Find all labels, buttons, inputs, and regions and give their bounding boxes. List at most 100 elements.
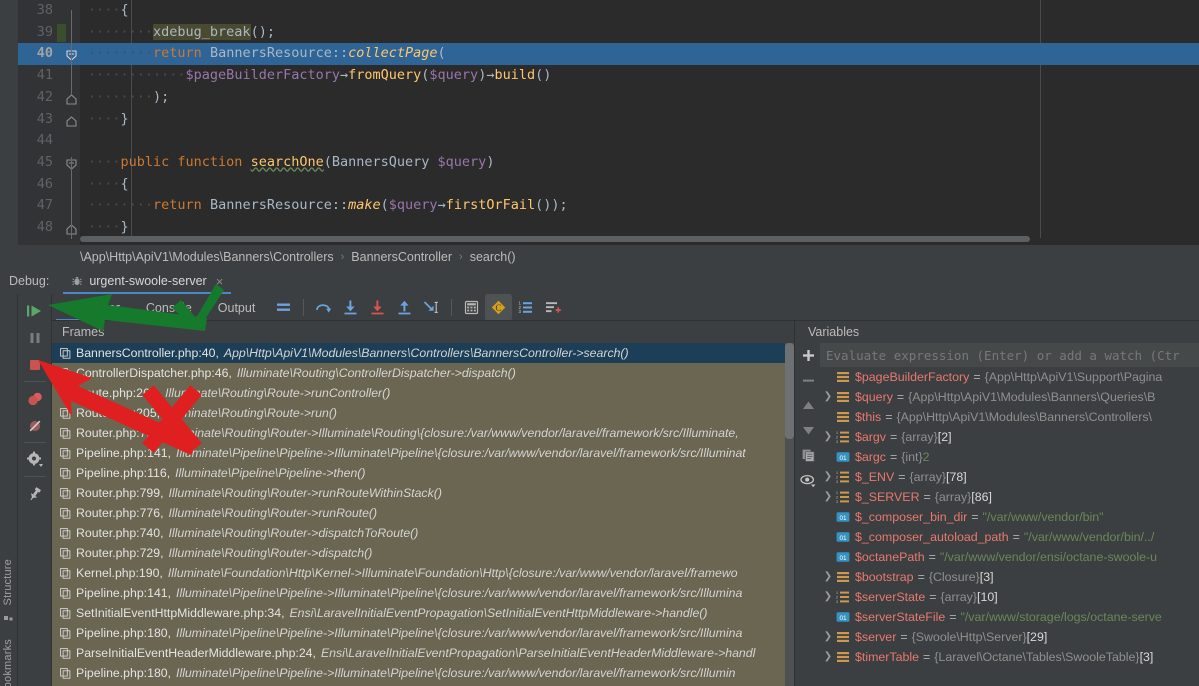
close-icon[interactable]: ×	[216, 274, 224, 289]
line-number: 48	[36, 219, 53, 235]
frame-row[interactable]: Router.php:799, Illuminate\Routing\Router…	[52, 483, 794, 503]
frame-row[interactable]: Kernel.php:190, Illuminate\Foundation\Htt…	[52, 563, 794, 583]
frame-row[interactable]: ControllerDispatcher.php:46, Illuminate\R…	[52, 363, 794, 383]
inspect-button[interactable]	[798, 470, 818, 490]
move-up-button[interactable]	[798, 395, 818, 415]
add-watch-button[interactable]	[798, 345, 818, 365]
code-line[interactable]: ····{	[80, 174, 1199, 196]
remove-watch-button[interactable]	[798, 370, 818, 390]
breadcrumb-namespace[interactable]: \App\Http\ApiV1\Modules\Banners\Controll…	[80, 250, 334, 264]
variable-row[interactable]: 01 $serverStateFile = "/var/www/storage/log…	[820, 607, 1199, 627]
line-number: 47	[36, 197, 53, 214]
code-line[interactable]: ············$pageBuilderFactory→fromQuer…	[80, 65, 1199, 87]
variable-row[interactable]: 01 $_composer_autoload_path = "/var/www/ven…	[820, 527, 1199, 547]
tab-debugger[interactable]: Debugger	[52, 294, 133, 321]
variable-row[interactable]: $pageBuilderFactory = {App\Http\ApiV1\Supp…	[820, 367, 1199, 387]
code-line[interactable]: ········xdebug_break();	[80, 22, 1199, 44]
view-breakpoints-button[interactable]	[21, 385, 49, 412]
frame-row[interactable]: Router.php:798, Illuminate\Routing\Router…	[52, 423, 794, 443]
frame-row[interactable]: Route.php:205, Illuminate\Routing\Route->…	[52, 403, 794, 423]
highlighted-toggle-button[interactable]: C	[485, 294, 513, 321]
variable-type: {array}	[934, 490, 972, 504]
evaluate-expression-button[interactable]	[458, 294, 485, 321]
variable-name: $timerTable	[855, 650, 920, 664]
code-editor[interactable]: 38 ····{39 ········xdebug_break(); 40 ······…	[0, 0, 1199, 245]
copy-value-button[interactable]	[798, 445, 818, 465]
expand-chevron-icon[interactable]: ❯	[820, 427, 836, 447]
svg-text:2: 2	[836, 496, 838, 500]
frames-scrollbar-thumb[interactable]	[785, 343, 794, 439]
breadcrumb-class[interactable]: BannersController	[351, 250, 452, 264]
variable-row[interactable]: ❯ $server = {Swoole\Http\Server} [29]	[820, 627, 1199, 647]
mute-breakpoints-button[interactable]	[21, 412, 49, 439]
fold-connector	[71, 10, 72, 95]
expand-chevron-icon[interactable]: ❯	[820, 487, 836, 507]
move-down-button[interactable]	[798, 420, 818, 440]
variable-row[interactable]: ❯ 1 2 3 $_ENV = {array} [78]	[820, 467, 1199, 487]
step-out-button[interactable]	[391, 294, 418, 321]
code-line[interactable]: ····}	[80, 109, 1199, 131]
expand-chevron-icon[interactable]: ❯	[820, 567, 836, 587]
frame-row[interactable]: Pipeline.php:116, Illuminate\Pipeline\Pip…	[52, 463, 794, 483]
evaluate-expression-input[interactable]: Evaluate expression (Enter) or add a wat…	[820, 343, 1199, 367]
variable-row[interactable]: $this = {App\Http\ApiV1\Modules\Banners\Co…	[820, 407, 1199, 427]
breadcrumb[interactable]: \App\Http\ApiV1\Modules\Banners\Controll…	[0, 245, 1199, 268]
show-execution-point-button[interactable]	[270, 294, 297, 321]
resume-program-button[interactable]	[21, 297, 49, 324]
pin-tab-button[interactable]	[21, 480, 49, 507]
frame-row[interactable]: Route.php:260, Illuminate\Routing\Route->…	[52, 383, 794, 403]
frame-row[interactable]: SetInitialEventHttpMiddleware.php:34, Ens…	[52, 603, 794, 623]
expand-chevron-icon[interactable]: ❯	[820, 387, 836, 407]
step-over-button[interactable]	[310, 294, 337, 321]
frame-row[interactable]: Pipeline.php:180, Illuminate\Pipeline\Pip…	[52, 623, 794, 643]
variables-list[interactable]: $pageBuilderFactory = {App\Http\ApiV1\Supp…	[820, 367, 1199, 686]
frame-row[interactable]: Router.php:729, Illuminate\Routing\Router…	[52, 543, 794, 563]
debug-session-tab[interactable]: urgent-swoole-server ×	[63, 268, 232, 294]
frame-row[interactable]: Router.php:776, Illuminate\Routing\Router…	[52, 503, 794, 523]
variable-row[interactable]: 01 $_composer_bin_dir = "/var/www/vendor/bi…	[820, 507, 1199, 527]
variable-row[interactable]: ❯ $query = {App\Http\ApiV1\Modules\Banners\…	[820, 387, 1199, 407]
tab-output[interactable]: Output	[205, 294, 269, 321]
code-line[interactable]: ····}	[80, 217, 1199, 239]
frames-scrollbar[interactable]	[785, 343, 794, 686]
frame-row[interactable]: Pipeline.php:180, Illuminate\Pipeline\Pip…	[52, 663, 794, 683]
code-line[interactable]: ········return BannersResource::make($qu…	[80, 195, 1199, 217]
frame-row[interactable]: Pipeline.php:141, Illuminate\Pipeline\Pip…	[52, 583, 794, 603]
code-fold-collapse-icon[interactable]	[66, 114, 77, 127]
expand-chevron-icon[interactable]: ❯	[820, 647, 836, 667]
code-line[interactable]: ········);	[80, 87, 1199, 109]
expand-chevron-icon[interactable]: ❯	[820, 467, 836, 487]
variable-row[interactable]: ❯ 1 2 3 $argv = {array} [2]	[820, 427, 1199, 447]
variable-row[interactable]: 01 $argc = {int} 2	[820, 447, 1199, 467]
variable-row[interactable]: ❯ $bootstrap = {Closure} [3]	[820, 567, 1199, 587]
frame-row[interactable]: Router.php:740, Illuminate\Routing\Router…	[52, 523, 794, 543]
frames-list[interactable]: BannersController.php:40, App\Http\ApiV1\…	[52, 343, 794, 686]
show-values-inline-button[interactable]: 123	[512, 294, 539, 321]
calculator-icon	[465, 300, 479, 315]
variable-row[interactable]: ❯ 1 2 3 $serverState = {array} [10]	[820, 587, 1199, 607]
variable-row[interactable]: 01 $octanePath = "/var/www/vendor/ensi/octa…	[820, 547, 1199, 567]
variable-row[interactable]: ❯ $timerTable = {Laravel\Octane\Tables\Swoo…	[820, 647, 1199, 667]
layout-settings-button[interactable]	[539, 294, 566, 321]
breadcrumb-method[interactable]: search()	[470, 250, 516, 264]
run-to-cursor-button[interactable]	[418, 294, 445, 321]
code-line[interactable]: ········return BannersResource::collectP…	[80, 43, 1199, 65]
tool-window-label-structure[interactable]: Structure	[2, 559, 14, 605]
frame-row[interactable]: ParseInitialEventHeaderMiddleware.php:24…	[52, 643, 794, 663]
frame-row[interactable]: BannersController.php:40, App\Http\ApiV1\…	[52, 343, 794, 363]
tab-console[interactable]: Console	[133, 294, 205, 321]
panel-divider[interactable]	[794, 321, 795, 686]
pause-program-button[interactable]	[21, 324, 49, 351]
code-line[interactable]	[80, 130, 1199, 152]
tool-window-label-bookmarks[interactable]: Bookmarks	[2, 639, 14, 686]
expand-chevron-icon[interactable]: ❯	[820, 587, 836, 607]
settings-button[interactable]	[21, 446, 49, 473]
force-step-into-button[interactable]	[364, 294, 391, 321]
variable-row[interactable]: ❯ 1 2 3 $_SERVER = {array} [86]	[820, 487, 1199, 507]
step-into-button[interactable]	[337, 294, 364, 321]
frame-row[interactable]: Pipeline.php:141, Illuminate\Pipeline\Pip…	[52, 443, 794, 463]
stop-program-button[interactable]	[21, 351, 49, 378]
code-line[interactable]: ····public function searchOne(BannersQue…	[80, 152, 1199, 174]
expand-chevron-icon[interactable]: ❯	[820, 627, 836, 647]
code-line[interactable]: ····{	[80, 0, 1199, 22]
